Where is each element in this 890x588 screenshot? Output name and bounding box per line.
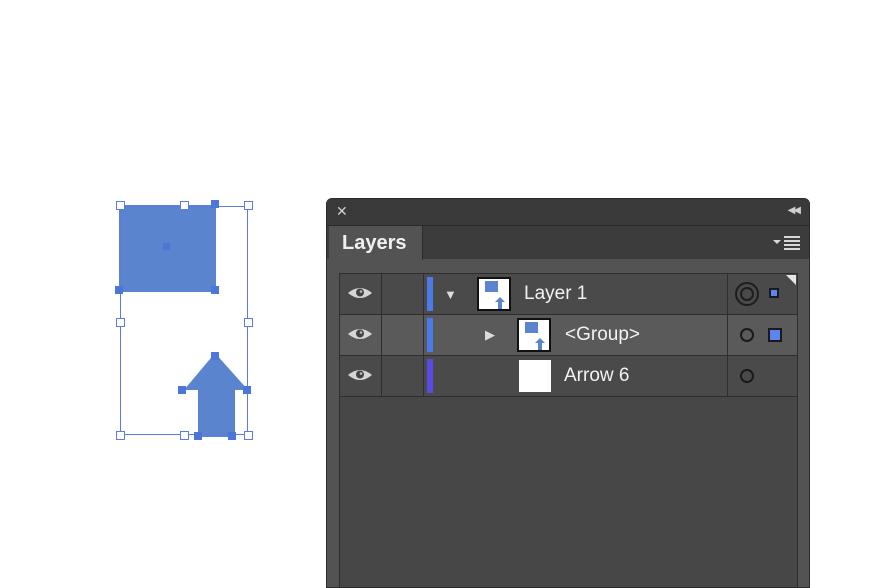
layer-row[interactable]: ▶ <Group> bbox=[340, 315, 797, 356]
handle-middle-left[interactable] bbox=[116, 318, 125, 327]
layer-color-indicator bbox=[427, 318, 433, 352]
visibility-toggle[interactable] bbox=[340, 315, 382, 355]
layer-color-indicator bbox=[427, 359, 433, 393]
panel-menu-icon[interactable] bbox=[773, 235, 801, 251]
group-thumbnail bbox=[517, 318, 551, 352]
visibility-toggle[interactable] bbox=[340, 274, 382, 314]
handle-top-left[interactable] bbox=[116, 201, 125, 210]
handle-top-middle[interactable] bbox=[180, 201, 189, 210]
visibility-toggle[interactable] bbox=[340, 356, 382, 396]
lock-toggle[interactable] bbox=[382, 274, 424, 314]
layer-name[interactable]: <Group> bbox=[565, 315, 640, 355]
layer-color-indicator bbox=[427, 277, 433, 311]
anchor-point[interactable] bbox=[211, 200, 219, 208]
target-cell[interactable] bbox=[727, 315, 797, 355]
selection-indicator[interactable] bbox=[769, 288, 779, 298]
eye-icon bbox=[348, 370, 372, 380]
double-chevron-left-icon[interactable]: ◀◀ bbox=[788, 205, 801, 217]
lock-toggle[interactable] bbox=[382, 315, 424, 355]
layers-panel: ✕ ◀◀ Layers ▼ Layer 1 ▶ <Group> Arrow 6 bbox=[326, 198, 810, 588]
panel-title-bar[interactable]: ✕ ◀◀ bbox=[327, 199, 809, 226]
selection-indicator[interactable] bbox=[768, 328, 782, 342]
layer-thumbnail bbox=[477, 277, 511, 311]
target-circle-icon[interactable] bbox=[740, 369, 754, 383]
anchor-point[interactable] bbox=[178, 386, 186, 394]
layer-row[interactable]: Arrow 6 bbox=[340, 356, 797, 397]
panel-tab-row: Layers bbox=[327, 226, 809, 260]
disclosure-triangle-expanded-icon[interactable]: ▼ bbox=[444, 288, 457, 302]
tab-layers[interactable]: Layers bbox=[329, 226, 423, 260]
anchor-point[interactable] bbox=[194, 432, 202, 440]
target-ring-icon[interactable] bbox=[735, 282, 759, 306]
eye-icon bbox=[348, 329, 372, 339]
handle-bottom-middle[interactable] bbox=[180, 431, 189, 440]
anchor-point[interactable] bbox=[211, 352, 219, 360]
target-cell[interactable] bbox=[727, 356, 797, 396]
anchor-point[interactable] bbox=[243, 386, 251, 394]
target-circle-icon[interactable] bbox=[740, 328, 754, 342]
lock-toggle[interactable] bbox=[382, 356, 424, 396]
selection-corner-icon bbox=[786, 275, 796, 285]
layer-row[interactable]: ▼ Layer 1 bbox=[340, 274, 797, 315]
arrow-thumbnail bbox=[519, 360, 551, 392]
close-icon[interactable]: ✕ bbox=[336, 204, 348, 218]
anchor-point[interactable] bbox=[211, 286, 219, 294]
disclosure-triangle-collapsed-icon[interactable]: ▶ bbox=[485, 328, 495, 342]
layers-list: ▼ Layer 1 ▶ <Group> Arrow 6 bbox=[339, 273, 798, 587]
selection-bounding-box[interactable] bbox=[120, 206, 248, 435]
anchor-point[interactable] bbox=[115, 286, 123, 294]
layer-name[interactable]: Arrow 6 bbox=[564, 356, 629, 396]
layer-name[interactable]: Layer 1 bbox=[524, 274, 587, 314]
anchor-point[interactable] bbox=[228, 432, 236, 440]
eye-icon bbox=[348, 288, 372, 298]
handle-bottom-left[interactable] bbox=[116, 431, 125, 440]
handle-top-right[interactable] bbox=[244, 201, 253, 210]
artboard-canvas[interactable] bbox=[0, 0, 320, 572]
handle-bottom-right[interactable] bbox=[244, 431, 253, 440]
handle-middle-right[interactable] bbox=[244, 318, 253, 327]
